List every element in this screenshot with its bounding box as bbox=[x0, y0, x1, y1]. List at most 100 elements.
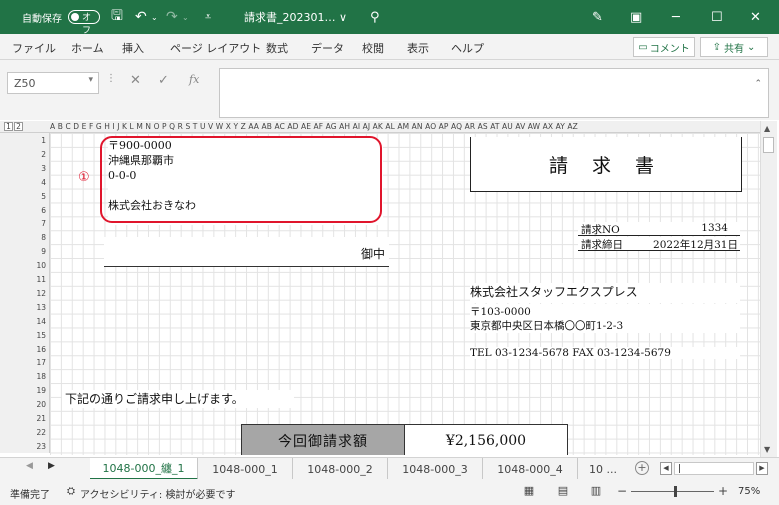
row-number[interactable]: 23 bbox=[28, 442, 46, 451]
search-icon[interactable]: ⚲ bbox=[370, 0, 380, 34]
tab-formulas[interactable]: 数式 bbox=[266, 40, 288, 56]
issuer-contact[interactable]: TEL 03-1234-5678 FAX 03-1234-5679 bbox=[470, 347, 740, 359]
next-sheet-icon[interactable]: ▶ bbox=[48, 461, 55, 471]
zoom-out-icon[interactable]: − bbox=[617, 484, 627, 498]
tab-insert[interactable]: 挿入 bbox=[122, 40, 144, 56]
row-number[interactable]: 13 bbox=[28, 303, 46, 312]
scroll-up-icon[interactable]: ▲ bbox=[764, 124, 770, 133]
tab-help[interactable]: ヘルプ bbox=[451, 40, 484, 56]
row-number[interactable]: 21 bbox=[28, 414, 46, 423]
row-number[interactable]: 7 bbox=[28, 219, 46, 228]
ribbon-display-icon[interactable]: ▣ bbox=[630, 0, 642, 34]
tab-home[interactable]: ホーム bbox=[71, 40, 104, 56]
issuer-address[interactable]: 東京都中央区日本橋〇〇町1-2-3 bbox=[470, 318, 740, 333]
name-box[interactable]: Z50 ▾ bbox=[7, 72, 99, 94]
row-number[interactable]: 3 bbox=[28, 164, 46, 173]
redo-icon[interactable]: ↷ bbox=[166, 0, 178, 34]
enter-icon[interactable]: ✓ bbox=[158, 73, 169, 88]
zoom-slider-thumb[interactable] bbox=[674, 486, 677, 497]
comment-button[interactable]: ▭ コメント bbox=[633, 37, 695, 57]
ribbon-tabs: ファイル ホーム 挿入 ページ レイアウト 数式 データ 校閲 表示 ヘルプ ▭… bbox=[0, 34, 779, 60]
row-number[interactable]: 9 bbox=[28, 247, 46, 256]
add-sheet-icon[interactable]: + bbox=[635, 461, 649, 475]
row-number[interactable]: 11 bbox=[28, 275, 46, 284]
column-letters[interactable]: A B C D E F G H I J K L M N O P Q R S T … bbox=[50, 122, 760, 131]
scroll-track[interactable] bbox=[674, 462, 754, 475]
tab-page-layout[interactable]: ページ レイアウト bbox=[170, 40, 261, 56]
row-number[interactable]: 12 bbox=[28, 289, 46, 298]
issuer-name[interactable]: 株式会社スタッフエクスプレス bbox=[470, 283, 740, 303]
horizontal-scrollbar[interactable]: ◀ ▶ bbox=[660, 462, 770, 476]
row-number[interactable]: 20 bbox=[28, 400, 46, 409]
vertical-scrollbar[interactable]: ▲ ▼ bbox=[760, 121, 777, 457]
collapse-icon[interactable]: ⌃ bbox=[754, 79, 762, 89]
row-number[interactable]: 18 bbox=[28, 372, 46, 381]
row-number[interactable]: 19 bbox=[28, 386, 46, 395]
insert-function-icon[interactable]: fx bbox=[189, 73, 199, 86]
scroll-left-icon[interactable]: ◀ bbox=[660, 462, 672, 475]
invoice-title[interactable]: 請 求 書 bbox=[470, 137, 742, 192]
greeting[interactable]: 下記の通りご請求申し上げます。 bbox=[62, 390, 294, 408]
page-layout-view-icon[interactable]: ▤ bbox=[556, 484, 570, 497]
cancel-icon[interactable]: ✕ bbox=[130, 73, 141, 88]
sheet-tab[interactable]: 1048-000_3 bbox=[388, 458, 483, 480]
row-number[interactable]: 17 bbox=[28, 358, 46, 367]
accessibility-icon[interactable]: ⛭ bbox=[67, 486, 75, 497]
sheet-tab[interactable]: 1048-000_1 bbox=[198, 458, 293, 480]
share-button[interactable]: ⇪ 共有 ⌄ bbox=[700, 37, 768, 57]
issuer-postal[interactable]: 〒103-0000 bbox=[470, 304, 740, 319]
close-icon[interactable]: ✕ bbox=[750, 0, 761, 34]
row-number[interactable]: 4 bbox=[28, 178, 46, 187]
undo-dropdown-icon[interactable]: ⌄ bbox=[151, 0, 158, 34]
page-break-view-icon[interactable]: ▥ bbox=[589, 484, 603, 497]
pen-icon[interactable]: ✎ bbox=[592, 0, 603, 34]
redo-dropdown-icon[interactable]: ⌄ bbox=[182, 0, 189, 34]
sheet-tab-active[interactable]: 1048-000_纏_1 bbox=[90, 458, 198, 480]
save-icon[interactable]: 🖫 bbox=[111, 0, 123, 34]
sheet-tabs-bar: ◀ ▶ 1048-000_纏_1 1048-000_1 1048-000_2 1… bbox=[0, 457, 779, 480]
prev-sheet-icon[interactable]: ◀ bbox=[26, 461, 33, 471]
tab-view[interactable]: 表示 bbox=[407, 40, 429, 56]
row-number[interactable]: 22 bbox=[28, 428, 46, 437]
tab-data[interactable]: データ bbox=[311, 40, 344, 56]
undo-icon[interactable]: ↶ bbox=[135, 0, 147, 34]
zoom-level[interactable]: 75% bbox=[738, 486, 760, 497]
closing-date-row[interactable]: 請求締日 2022年12月31日 bbox=[578, 237, 740, 251]
sheet-tab-overflow[interactable]: 10 ... bbox=[578, 458, 628, 480]
row-number[interactable]: 5 bbox=[28, 192, 46, 201]
worksheet-grid[interactable]: 〒900-0000 沖縄県那覇市 0-0-0 株式会社おきなわ ① 御中 請 求… bbox=[50, 133, 760, 455]
sheet-tab[interactable]: 1048-000_2 bbox=[293, 458, 388, 480]
zoom-slider[interactable] bbox=[631, 491, 714, 492]
autosave-toggle[interactable]: オフ bbox=[68, 10, 100, 36]
formula-input[interactable]: ⌃ bbox=[219, 68, 769, 118]
amount-label[interactable]: 今回御請求額 bbox=[241, 424, 405, 455]
zoom-in-icon[interactable]: + bbox=[718, 484, 728, 498]
normal-view-icon[interactable]: ▦ bbox=[522, 484, 536, 497]
scroll-down-icon[interactable]: ▼ bbox=[764, 445, 770, 454]
document-title[interactable]: 請求書_202301… ∨ bbox=[244, 0, 347, 34]
row-number[interactable]: 8 bbox=[28, 233, 46, 242]
accessibility-status[interactable]: アクセシビリティ: 検討が必要です bbox=[80, 486, 235, 501]
row-number[interactable]: 1 bbox=[28, 136, 46, 145]
customize-toolbar-icon[interactable]: ⩡ bbox=[205, 0, 211, 34]
row-number[interactable]: 15 bbox=[28, 331, 46, 340]
row-number[interactable]: 6 bbox=[28, 206, 46, 215]
minimize-icon[interactable]: ─ bbox=[672, 0, 680, 34]
row-number[interactable]: 16 bbox=[28, 345, 46, 354]
outline-level-1[interactable]: 1 bbox=[4, 122, 13, 131]
maximize-icon[interactable]: ☐ bbox=[711, 0, 723, 34]
amount-value[interactable]: ¥2,156,000 bbox=[405, 424, 568, 455]
row-number[interactable]: 14 bbox=[28, 317, 46, 326]
scroll-thumb[interactable] bbox=[679, 464, 689, 473]
invoice-number-row[interactable]: 請求NO 1334 bbox=[578, 222, 740, 236]
row-number[interactable]: 10 bbox=[28, 261, 46, 270]
honorific-row[interactable]: 御中 bbox=[104, 237, 389, 267]
scroll-right-icon[interactable]: ▶ bbox=[756, 462, 768, 475]
tab-review[interactable]: 校閲 bbox=[362, 40, 384, 56]
share-label: 共有 bbox=[724, 43, 744, 55]
sheet-tab[interactable]: 1048-000_4 bbox=[483, 458, 578, 480]
scroll-thumb[interactable] bbox=[763, 137, 774, 153]
row-number[interactable]: 2 bbox=[28, 150, 46, 159]
outline-level-2[interactable]: 2 bbox=[14, 122, 23, 131]
tab-file[interactable]: ファイル bbox=[12, 40, 56, 56]
